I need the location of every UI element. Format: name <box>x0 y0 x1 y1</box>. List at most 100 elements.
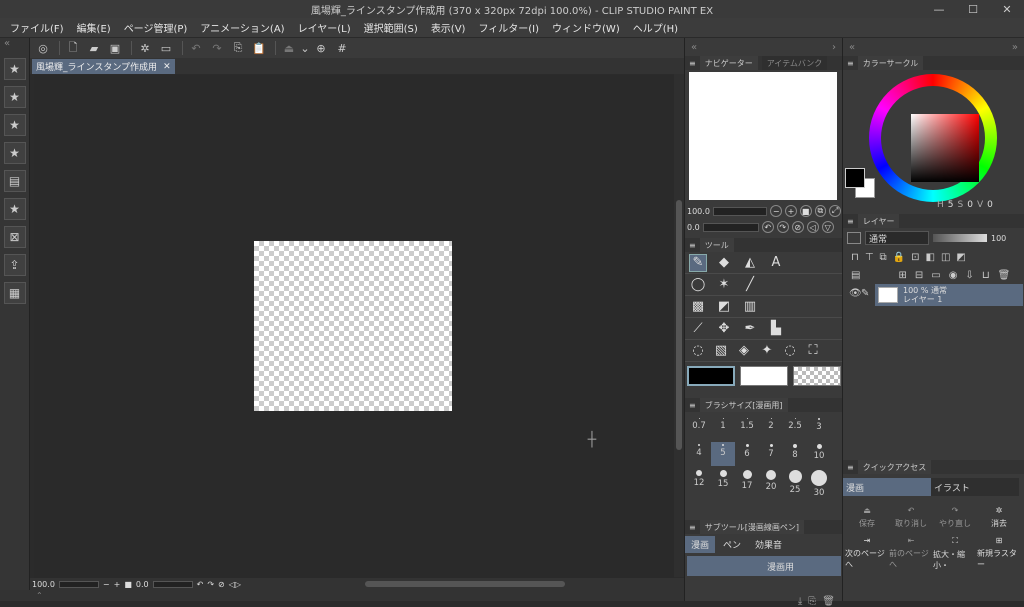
brush-size-cell[interactable]: 4 <box>687 442 711 466</box>
qa-save-button[interactable]: ⏏ 保存 <box>845 500 889 534</box>
chevron-left-icon[interactable]: « <box>849 42 855 53</box>
command-grid-icon[interactable]: ▤ <box>3 170 26 192</box>
qa-next-page-button[interactable]: ⇥ 次のページへ <box>845 536 889 570</box>
tone-tool-icon[interactable]: ▩ <box>689 298 707 316</box>
nav-angle-slider[interactable] <box>702 222 759 232</box>
tab-tool[interactable]: ツール <box>699 238 734 252</box>
nav-zoom-slider[interactable] <box>712 206 768 216</box>
zoom-in-button[interactable]: + <box>114 580 121 589</box>
lock-icon[interactable]: 🔒 <box>893 252 905 263</box>
document-tab[interactable]: 風場輝_ラインスタンプ作成用 ✕ <box>32 59 175 74</box>
opacity-value[interactable]: 100 <box>991 234 1006 243</box>
new-raster-icon[interactable]: ⊞ <box>898 270 906 281</box>
chevron-right-icon[interactable]: » <box>1012 42 1018 53</box>
copy-icon[interactable]: ⎘ <box>808 596 816 607</box>
menu-animation[interactable]: アニメーション(A) <box>200 20 284 35</box>
fill-icon[interactable]: ⏏ <box>280 40 298 56</box>
redo-icon[interactable]: ↷ <box>208 40 226 56</box>
reset-rotate-icon[interactable]: ⊘ <box>791 221 804 233</box>
brush-size-cell[interactable]: 20 <box>759 468 783 492</box>
rotate-right-icon[interactable]: ↷ <box>776 221 789 233</box>
zoom-in-icon[interactable]: + <box>785 205 797 217</box>
command-cross-icon[interactable]: ⊠ <box>3 226 26 248</box>
reset-icon[interactable]: ⊘ <box>218 580 225 589</box>
menu-help[interactable]: ヘルプ(H) <box>633 20 678 35</box>
mask-add-icon[interactable]: ◉ <box>949 270 958 281</box>
app-icon[interactable]: ◎ <box>34 40 52 56</box>
flip-horizontal-icon[interactable]: ◁ <box>806 221 819 233</box>
horizontal-scrollbar[interactable] <box>365 581 566 587</box>
fill-tool-icon[interactable]: ◭ <box>741 254 759 272</box>
command-up-icon[interactable]: ⇪ <box>3 254 26 276</box>
brush-size-cell[interactable]: 15 <box>711 468 735 492</box>
paste-icon[interactable]: 📋 <box>250 40 268 56</box>
menu-icon[interactable]: ≡ <box>689 59 696 68</box>
expand-icon[interactable]: ⌃ <box>36 591 43 600</box>
sub-color-swatch[interactable] <box>740 366 788 386</box>
panel-icon[interactable]: ▤ <box>851 270 860 281</box>
draft-icon[interactable]: ⧉ <box>880 252 887 263</box>
eye-icon[interactable]: 👁 <box>849 288 862 299</box>
chevron-left-icon[interactable]: « <box>691 42 697 53</box>
vector-tool-icon[interactable]: ✒ <box>741 320 759 338</box>
new-vector-icon[interactable]: ⊟ <box>915 270 923 281</box>
move-tool-icon[interactable]: ✥ <box>715 320 733 338</box>
command-calendar-icon[interactable]: ▦ <box>3 282 26 304</box>
balloon-tool-icon[interactable]: ◌ <box>689 342 707 360</box>
zoom-value[interactable]: 100.0 <box>32 580 55 589</box>
qa-tab-manga[interactable]: 漫画 <box>843 478 931 496</box>
tab-navigator[interactable]: ナビゲーター <box>699 56 758 70</box>
subtool-tab-manga[interactable]: 漫画 <box>685 535 716 553</box>
menu-selection[interactable]: 選択範囲(S) <box>364 20 418 35</box>
eyedropper-tool-icon[interactable]: ⟋ <box>689 320 707 338</box>
qa-new-raster-button[interactable]: ⊞ 新規ラスター <box>977 536 1021 570</box>
qa-scale-button[interactable]: ⛶ 拡大・縮小・ <box>933 536 977 570</box>
new-folder-icon[interactable]: ▭ <box>931 270 940 281</box>
flip-icon[interactable]: ◁▷ <box>229 580 241 589</box>
new-file-icon[interactable]: 🗋 <box>64 40 82 56</box>
fit-icon[interactable]: ■ <box>124 580 132 589</box>
subtool-tab-pen[interactable]: ペン <box>717 536 747 553</box>
menu-page[interactable]: ページ管理(P) <box>124 20 188 35</box>
merge-icon[interactable]: ⊔ <box>982 270 990 281</box>
pen-tool-icon[interactable]: ✎ <box>689 253 707 272</box>
actual-size-icon[interactable]: ⧉ <box>814 205 827 217</box>
trash-icon[interactable]: 🗑 <box>822 596 835 607</box>
menu-view[interactable]: 表示(V) <box>431 20 466 35</box>
line-tool-icon[interactable]: ╱ <box>741 276 759 294</box>
blend-mode-select[interactable]: 通常 <box>865 231 929 245</box>
brush-size-cell[interactable]: 7 <box>759 442 783 466</box>
ruler-icon[interactable]: ◫ <box>941 252 950 263</box>
flip-vertical-icon[interactable]: ▽ <box>821 221 834 233</box>
qa-tab-illust[interactable]: イラスト <box>931 478 1019 496</box>
eraser-tool-icon[interactable]: ◆ <box>715 254 733 272</box>
mask-icon[interactable]: ◧ <box>926 252 935 263</box>
chevron-down-icon[interactable]: ⌄ <box>300 40 309 56</box>
transform-icon[interactable]: ⊕ <box>312 40 330 56</box>
brush-size-cell[interactable]: 1.5 <box>735 416 759 440</box>
brush-size-cell[interactable]: 8 <box>783 442 807 466</box>
clip-icon[interactable]: ⊓ <box>851 252 859 263</box>
zoom-slider[interactable] <box>58 580 99 588</box>
menu-filter[interactable]: フィルター(I) <box>478 20 539 35</box>
menu-icon[interactable]: ≡ <box>689 401 696 410</box>
menu-edit[interactable]: 編集(E) <box>77 20 111 35</box>
brush-size-cell[interactable]: 1 <box>711 416 735 440</box>
angle-value[interactable]: 0.0 <box>136 580 149 589</box>
nav-angle-value[interactable]: 0.0 <box>687 223 700 232</box>
menu-icon[interactable]: ≡ <box>847 217 854 226</box>
qa-prev-page-button[interactable]: ⇤ 前のページへ <box>889 536 933 570</box>
copy-icon[interactable]: ⎘ <box>229 40 247 56</box>
menu-window[interactable]: ウィンドウ(W) <box>552 20 620 35</box>
zoom-out-icon[interactable]: − <box>770 205 783 217</box>
blend-tool-icon[interactable]: ◈ <box>735 342 753 360</box>
close-button[interactable]: ✕ <box>990 3 1024 16</box>
gradient-tool-icon[interactable]: ▧ <box>712 342 730 360</box>
qa-clear-button[interactable]: ✲ 消去 <box>977 500 1021 534</box>
menu-icon[interactable]: ≡ <box>689 241 696 250</box>
brush-size-cell[interactable]: 2 <box>759 416 783 440</box>
rotate-left-icon[interactable]: ↶ <box>197 580 204 589</box>
tab-item-bank[interactable]: アイテムバンク <box>761 56 828 70</box>
effect-line-tool-icon[interactable]: ▥ <box>741 298 759 316</box>
layer-row[interactable]: 100 % 通常 レイヤー 1 <box>875 284 1023 306</box>
